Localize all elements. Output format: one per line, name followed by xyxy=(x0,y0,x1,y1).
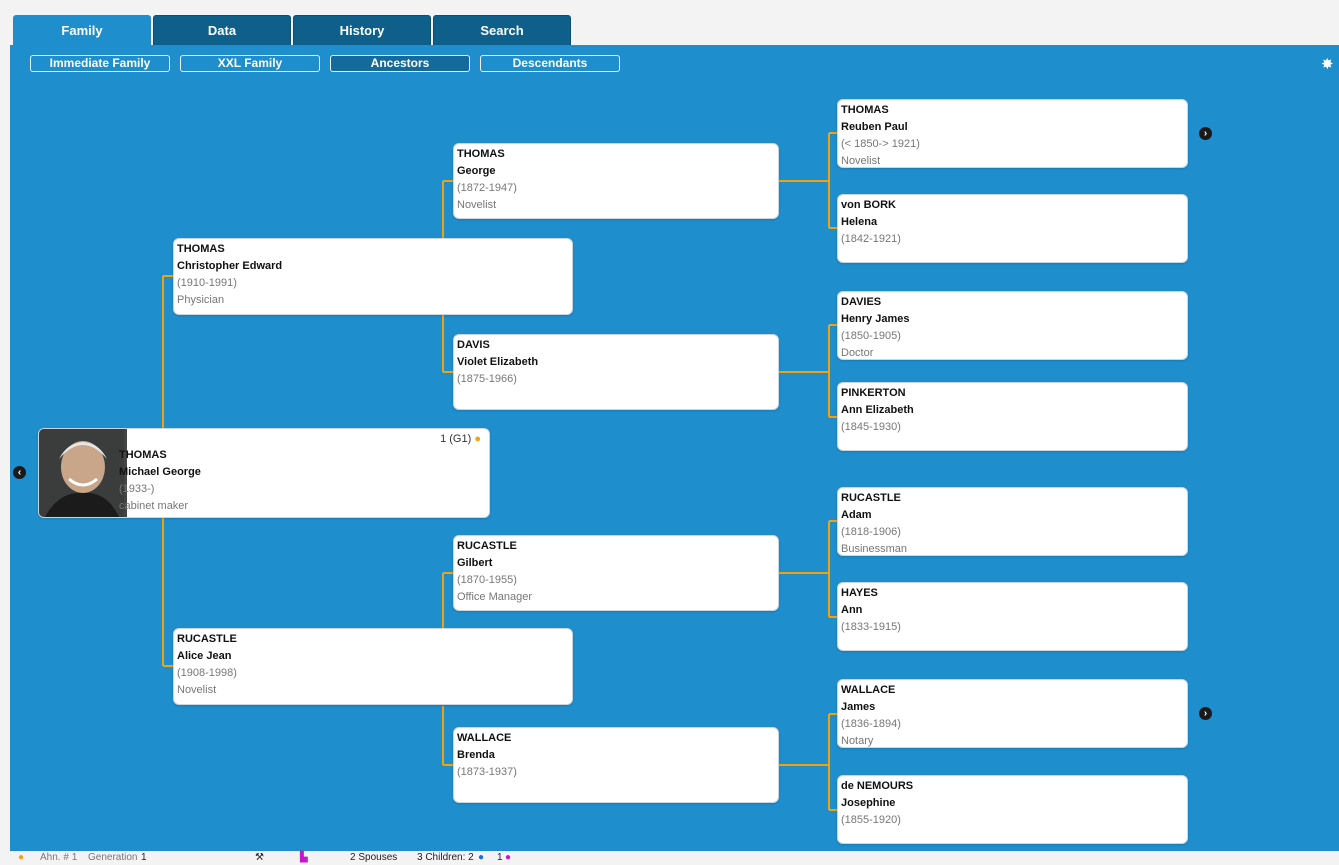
great-grandparent-card[interactable]: DAVIES Henry James (1850-1905) Doctor xyxy=(837,291,1188,360)
surname: WALLACE xyxy=(457,732,512,744)
given-name: Brenda xyxy=(457,749,495,761)
occupation: Novelist xyxy=(841,155,881,167)
status-bar: ● Ahn. # 1 Generation 1 ⚒ ▙ 2 Spouses 3 … xyxy=(0,851,1339,865)
life-dates: (1872-1947) xyxy=(457,182,517,194)
life-dates: (1836-1894) xyxy=(841,718,901,730)
great-grandparent-card[interactable]: de NEMOURS Josephine (1855-1920) xyxy=(837,775,1188,844)
great-grandparent-card[interactable]: WALLACE James (1836-1894) Notary xyxy=(837,679,1188,748)
children-female-count: 1 xyxy=(497,852,503,863)
life-dates: (1855-1920) xyxy=(841,814,901,826)
surname: WALLACE xyxy=(841,684,896,696)
chevron-right-icon[interactable]: › xyxy=(1199,707,1212,720)
chevron-right-icon[interactable]: › xyxy=(1199,127,1212,140)
life-dates: (1870-1955) xyxy=(457,574,517,586)
grandparent-card[interactable]: WALLACE Brenda (1873-1937) xyxy=(453,727,779,803)
ahnentafel-number: Ahn. # 1 xyxy=(40,852,78,863)
surname: RUCASTLE xyxy=(177,633,237,645)
surname: RUCASTLE xyxy=(841,492,901,504)
given-name: Helena xyxy=(841,216,878,228)
surname: de NEMOURS xyxy=(841,780,914,792)
given-name: Adam xyxy=(841,509,872,521)
given-name: Alice Jean xyxy=(177,650,232,662)
grandparent-card[interactable]: DAVIS Violet Elizabeth (1875-1966) xyxy=(453,334,779,410)
given-name: Ann xyxy=(841,604,863,616)
given-name: Josephine xyxy=(841,797,896,809)
occupation: Notary xyxy=(841,735,874,747)
life-dates: (1845-1930) xyxy=(841,421,901,433)
root-person-card[interactable]: 1 (G1) ● THOMAS Michael George (1933-) c… xyxy=(38,428,490,518)
great-grandparent-card[interactable]: RUCASTLE Adam (1818-1906) Businessman xyxy=(837,487,1188,556)
life-dates: (1842-1921) xyxy=(841,233,901,245)
surname: von BORK xyxy=(841,199,896,211)
mother-card[interactable]: RUCASTLE Alice Jean (1908-1998) Novelist xyxy=(173,628,573,705)
surname: THOMAS xyxy=(177,243,225,255)
chart-icon[interactable]: ▙ xyxy=(300,851,308,865)
father-card[interactable]: THOMAS Christopher Edward (1910-1991) Ph… xyxy=(173,238,573,315)
occupation: Novelist xyxy=(457,199,497,211)
person-icon: ● xyxy=(18,852,25,863)
ahnentafel-rank: 1 (G1) ● xyxy=(440,433,481,445)
grandparent-card[interactable]: THOMAS George (1872-1947) Novelist xyxy=(453,143,779,219)
given-name: Ann Elizabeth xyxy=(841,404,914,416)
given-name: Michael George xyxy=(119,466,201,478)
person-photo xyxy=(39,429,127,517)
surname: PINKERTON xyxy=(841,387,906,399)
person-icon: ● xyxy=(474,433,481,445)
life-dates: (1875-1966) xyxy=(457,373,517,385)
hammer-icon[interactable]: ⚒ xyxy=(255,851,264,865)
great-grandparent-card[interactable]: HAYES Ann (1833-1915) xyxy=(837,582,1188,651)
given-name: Christopher Edward xyxy=(177,260,283,272)
given-name: George xyxy=(457,165,496,177)
female-icon: ● xyxy=(505,852,512,863)
surname: DAVIS xyxy=(457,339,490,351)
surname: HAYES xyxy=(841,587,878,599)
life-dates: (1908-1998) xyxy=(177,667,237,679)
life-dates: (1910-1991) xyxy=(177,277,237,289)
life-dates: (1833-1915) xyxy=(841,621,901,633)
life-dates: (1818-1906) xyxy=(841,526,901,538)
life-dates: (1850-1905) xyxy=(841,330,901,342)
children-count: 3 Children: 2 xyxy=(417,852,474,863)
chevron-left-icon[interactable]: ‹ xyxy=(13,466,26,479)
occupation: Novelist xyxy=(177,684,217,696)
occupation: Office Manager xyxy=(457,591,533,603)
surname: THOMAS xyxy=(841,104,889,116)
occupation: Physician xyxy=(177,294,225,306)
occupation: cabinet maker xyxy=(119,500,189,512)
great-grandparent-card[interactable]: THOMAS Reuben Paul (< 1850-> 1921) Novel… xyxy=(837,99,1188,168)
given-name: Gilbert xyxy=(457,557,493,569)
surname: THOMAS xyxy=(457,148,505,160)
life-dates: (1873-1937) xyxy=(457,766,517,778)
generation-value: 1 xyxy=(141,852,147,863)
surname: THOMAS xyxy=(119,449,167,461)
great-grandparent-card[interactable]: PINKERTON Ann Elizabeth (1845-1930) xyxy=(837,382,1188,451)
given-name: Reuben Paul xyxy=(841,121,908,133)
given-name: Violet Elizabeth xyxy=(457,356,539,368)
occupation: Doctor xyxy=(841,347,874,359)
male-icon: ● xyxy=(478,852,485,863)
spouses-count: 2 Spouses xyxy=(350,852,398,863)
surname: DAVIES xyxy=(841,296,882,308)
life-dates: (< 1850-> 1921) xyxy=(841,138,920,150)
great-grandparent-card[interactable]: von BORK Helena (1842-1921) xyxy=(837,194,1188,263)
surname: RUCASTLE xyxy=(457,540,517,552)
occupation: Businessman xyxy=(841,543,908,555)
given-name: Henry James xyxy=(841,313,910,325)
given-name: James xyxy=(841,701,876,713)
grandparent-card[interactable]: RUCASTLE Gilbert (1870-1955) Office Mana… xyxy=(453,535,779,611)
life-dates: (1933-) xyxy=(119,483,155,495)
generation-label: Generation xyxy=(88,852,138,863)
